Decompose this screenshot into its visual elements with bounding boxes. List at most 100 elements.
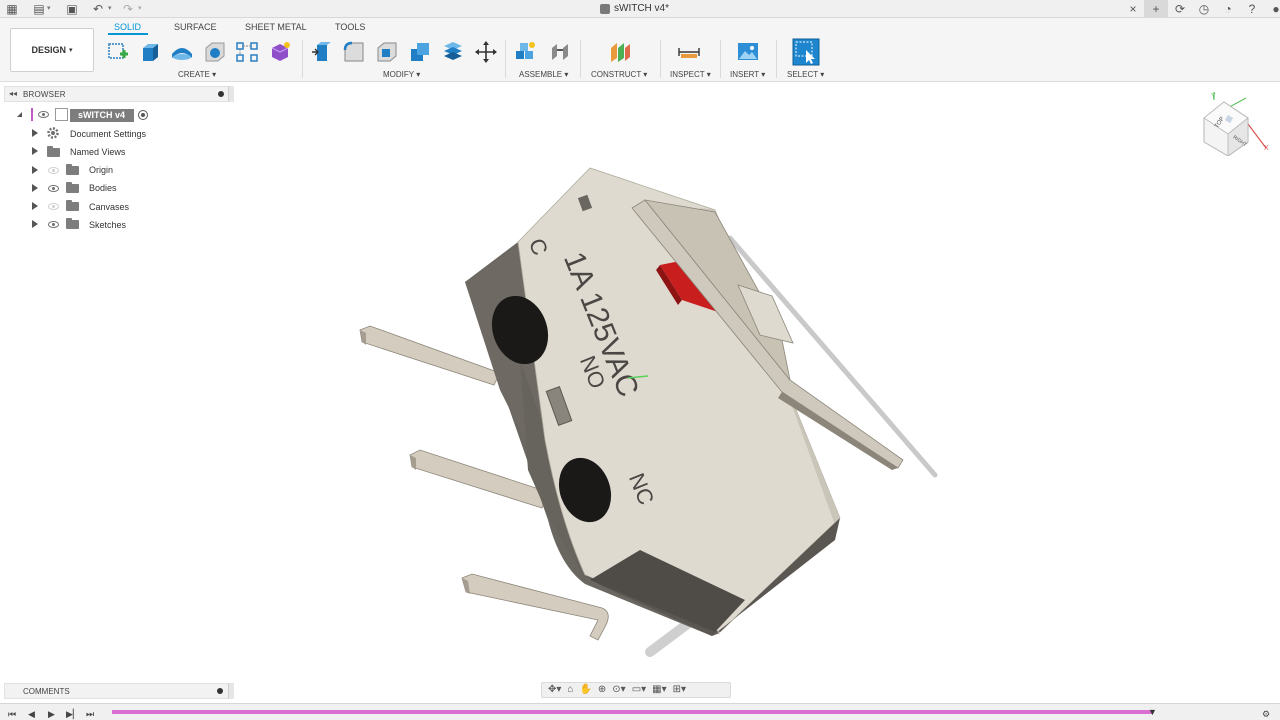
tab-sheet-metal[interactable]: SHEET METAL — [245, 22, 307, 32]
undo-dropdown-icon[interactable]: ▾ — [108, 1, 112, 17]
redo-dropdown-icon[interactable]: ▾ — [138, 1, 142, 17]
root-component-label[interactable]: sWITCH v4 — [70, 109, 134, 122]
expand-triangle-icon[interactable] — [32, 147, 38, 155]
app-grid-icon[interactable]: ▦ — [4, 1, 20, 17]
create-sketch-icon[interactable] — [106, 40, 130, 64]
active-tab-indicator — [108, 33, 148, 35]
timeline-first-icon[interactable]: ⏮ — [8, 709, 16, 720]
insert-image-icon[interactable] — [736, 40, 760, 64]
tree-item-document-settings[interactable]: Document Settings — [70, 129, 146, 139]
file-icon[interactable]: ▤ — [31, 1, 47, 17]
gear-icon — [47, 127, 59, 139]
tree-item-sketches[interactable]: Sketches — [89, 220, 126, 230]
canvas-viewport[interactable]: C 1A 125VAC NO NC — [234, 82, 1280, 702]
timeline-marker-icon[interactable]: ▼ — [1148, 707, 1157, 717]
modify-group-label[interactable]: MODIFY ▾ — [383, 70, 420, 79]
file-dropdown-icon[interactable]: ▾ — [47, 1, 51, 17]
timeline-settings-icon[interactable]: ⚙ — [1262, 709, 1270, 720]
notifications-icon[interactable]: ◔ — [1216, 0, 1240, 18]
group-separator — [660, 40, 661, 78]
group-separator — [776, 40, 777, 78]
timeline-play-icon[interactable]: ▶ — [48, 709, 55, 720]
visibility-eye-icon[interactable] — [48, 203, 59, 210]
joint-icon[interactable] — [548, 40, 572, 64]
expand-triangle-icon[interactable] — [32, 220, 38, 228]
redo-icon[interactable]: ↷ — [120, 1, 136, 17]
new-tab-icon[interactable]: + — [1144, 0, 1168, 18]
timeline-feature-bar[interactable] — [112, 710, 1152, 714]
construct-group-label[interactable]: CONSTRUCT ▾ — [591, 70, 647, 79]
group-separator — [505, 40, 506, 78]
folder-icon — [66, 182, 79, 193]
tab-solid[interactable]: SOLID — [114, 22, 141, 32]
form-icon[interactable] — [268, 40, 292, 64]
undo-icon[interactable]: ↶ — [90, 1, 106, 17]
pan-icon[interactable]: ✋ — [579, 683, 591, 697]
visibility-eye-icon[interactable] — [48, 167, 59, 174]
save-icon[interactable]: ▣ — [64, 1, 80, 17]
visibility-eye-icon[interactable] — [48, 185, 59, 192]
revolve-icon[interactable] — [170, 40, 194, 64]
user-avatar-icon[interactable]: ● — [1264, 0, 1280, 18]
shell-icon[interactable] — [375, 40, 399, 64]
navigation-bar: ✥▾ ⌂ ✋ ⊕ ⊙▾ ▭▾ ▦▾ ⊞▾ — [541, 682, 731, 698]
toolbar-ribbon: DESIGN ▾ SOLID SURFACE SHEET METAL TOOLS — [0, 18, 1280, 82]
hole-icon[interactable] — [203, 40, 227, 64]
expand-triangle-icon[interactable] — [32, 202, 38, 210]
help-icon[interactable]: ? — [1240, 0, 1264, 18]
panel-options-icon[interactable] — [218, 91, 224, 97]
fit-zoom-icon[interactable]: ⊙▾ — [612, 683, 625, 697]
viewports-icon[interactable]: ⊞▾ — [673, 683, 686, 697]
orbit-icon[interactable]: ✥▾ — [548, 683, 561, 697]
tree-item-origin[interactable]: Origin — [89, 165, 113, 175]
offset-plane-icon[interactable] — [608, 40, 632, 64]
select-icon[interactable] — [792, 38, 820, 66]
timeline-last-icon[interactable]: ⏭ — [86, 709, 94, 720]
document-title: sWITCH v4* — [614, 3, 669, 14]
close-tab-icon[interactable]: × — [1126, 0, 1140, 18]
comments-collapse-handle[interactable] — [228, 683, 234, 699]
new-component-icon[interactable] — [513, 40, 537, 64]
collapse-panel-icon[interactable]: ◂◂ — [9, 89, 17, 98]
tab-surface[interactable]: SURFACE — [174, 22, 217, 32]
job-status-icon[interactable]: ◷ — [1192, 0, 1216, 18]
grid-settings-icon[interactable]: ▦▾ — [652, 683, 666, 697]
workspace-switcher-button[interactable]: DESIGN ▾ — [10, 28, 94, 72]
browser-panel-header[interactable]: ◂◂ BROWSER — [4, 86, 232, 102]
viewcube-axis-y: Y — [1211, 93, 1216, 100]
comments-panel-header[interactable]: COMMENTS — [4, 683, 232, 699]
inspect-group-label[interactable]: INSPECT ▾ — [670, 70, 711, 79]
collapse-triangle-icon[interactable] — [17, 112, 22, 117]
pattern-icon[interactable] — [235, 40, 259, 64]
combine-icon[interactable] — [408, 40, 432, 64]
press-pull-icon[interactable] — [310, 40, 334, 64]
visibility-eye-icon[interactable] — [48, 221, 59, 228]
tab-tools[interactable]: TOOLS — [335, 22, 365, 32]
document-tab[interactable]: sWITCH v4* — [600, 0, 669, 18]
extensions-icon[interactable]: ⟳ — [1168, 0, 1192, 18]
extrude-icon[interactable] — [138, 40, 162, 64]
zoom-icon[interactable]: ⊕ — [598, 683, 606, 697]
select-group-label[interactable]: SELECT ▾ — [787, 70, 824, 79]
display-settings-icon[interactable]: ▭▾ — [632, 683, 646, 697]
expand-triangle-icon[interactable] — [32, 184, 38, 192]
viewcube[interactable]: Y X TOP RIGHT — [1196, 90, 1272, 156]
expand-triangle-icon[interactable] — [32, 129, 38, 137]
visibility-eye-icon[interactable] — [38, 111, 49, 118]
move-icon[interactable] — [474, 40, 498, 64]
create-group-label[interactable]: CREATE ▾ — [178, 70, 216, 79]
look-at-icon[interactable]: ⌂ — [567, 683, 573, 697]
tree-item-named-views[interactable]: Named Views — [70, 147, 125, 157]
insert-group-label[interactable]: INSERT ▾ — [730, 70, 765, 79]
tree-item-bodies[interactable]: Bodies — [89, 183, 117, 193]
tree-item-canvases[interactable]: Canvases — [89, 202, 129, 212]
assemble-group-label[interactable]: ASSEMBLE ▾ — [519, 70, 568, 79]
split-body-icon[interactable] — [441, 40, 465, 64]
timeline-prev-icon[interactable]: ◀ — [28, 709, 35, 720]
timeline-next-icon[interactable]: ▶▏ — [66, 709, 80, 720]
activate-radio-icon[interactable] — [138, 110, 148, 120]
fillet-icon[interactable] — [342, 40, 366, 64]
expand-triangle-icon[interactable] — [32, 166, 38, 174]
measure-icon[interactable] — [677, 40, 701, 64]
add-comment-icon[interactable] — [217, 688, 223, 694]
